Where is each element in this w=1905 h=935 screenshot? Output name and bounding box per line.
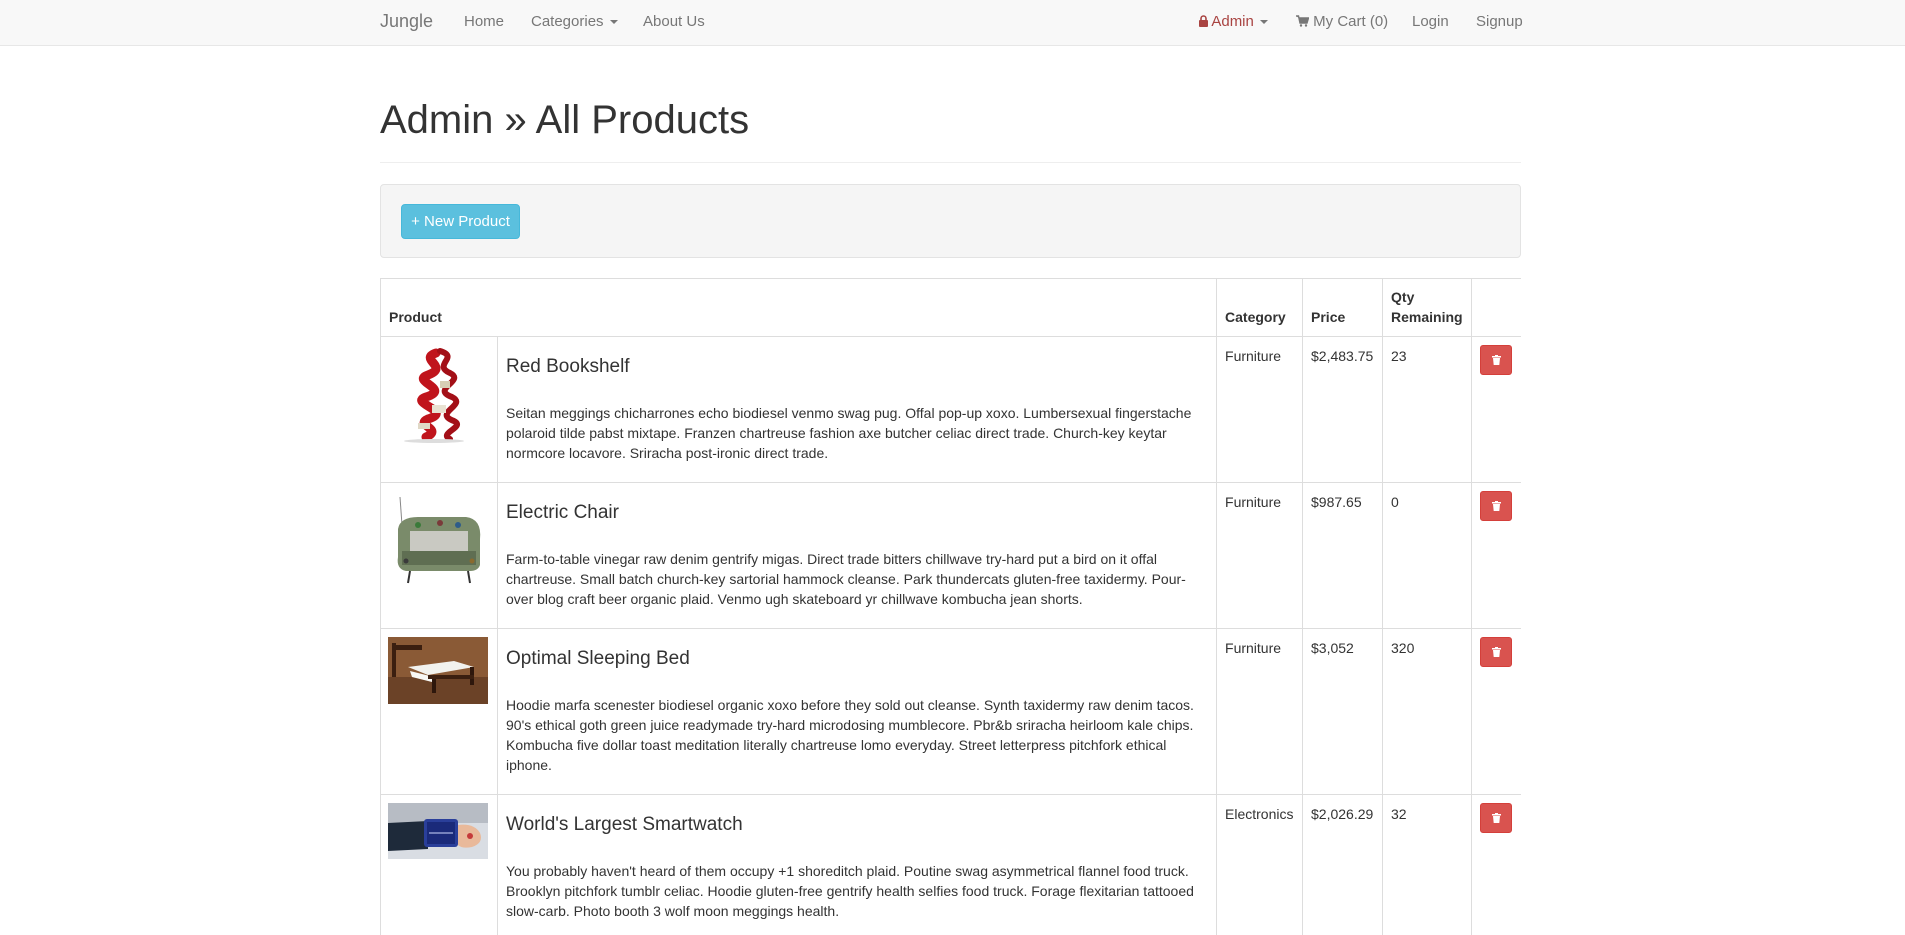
header-product[interactable]: Product [380,278,1218,337]
product-category: Electronics [1216,794,1304,935]
product-qty: 320 [1382,628,1473,795]
product-image-cell [380,628,498,795]
trash-icon [1491,813,1501,823]
nav-cart-label: My Cart (0) [1313,13,1389,30]
navbar: Jungle Home Categories About Us Admin My… [0,0,1905,46]
product-price: $2,483.75 [1302,336,1384,483]
product-qty: 23 [1382,336,1473,483]
table-row: World's Largest Smartwatch You probably … [380,794,1521,935]
actions-cell [1471,794,1521,935]
products-table-wrap: Product Category Price Qty Remaining Red… [380,278,1521,935]
delete-button[interactable] [1480,803,1513,833]
table-row: Electric Chair Farm-to-table vinegar raw… [380,482,1521,629]
actions-well: + New Product [380,184,1521,258]
delete-button[interactable] [1480,491,1513,521]
nav-home-link[interactable]: Home [464,13,504,30]
product-description: Hoodie marfa scenester biodiesel organic… [506,697,1194,773]
actions-cell [1471,336,1521,483]
page-title: Admin » All Products [380,98,750,142]
nav-admin-dropdown[interactable]: Admin [1199,13,1268,30]
product-info-cell: World's Largest Smartwatch You probably … [496,794,1218,935]
product-price: $3,052 [1302,628,1384,795]
table-row: Red Bookshelf Seitan meggings chicharron… [380,336,1521,483]
header-divider [380,162,1521,163]
product-category: Furniture [1216,482,1304,629]
nav-cart-link[interactable]: My Cart (0) [1296,13,1388,30]
product-name[interactable]: World's Largest Smartwatch [506,813,1208,837]
actions-cell [1471,482,1521,629]
shopping-cart-icon [1296,13,1310,30]
table-row: Optimal Sleeping Bed Hoodie marfa scenes… [380,628,1521,795]
nav-about-link[interactable]: About Us [643,13,705,30]
header-category[interactable]: Category [1216,278,1304,337]
product-category: Furniture [1216,628,1304,795]
new-product-button[interactable]: + New Product [401,204,520,239]
product-image-electric-chair[interactable] [388,491,488,591]
nav-signup-link[interactable]: Signup [1476,13,1523,30]
product-name[interactable]: Electric Chair [506,501,1208,525]
product-image-cell [380,482,498,629]
product-image-red-bookshelf[interactable] [388,345,488,445]
product-name[interactable]: Optimal Sleeping Bed [506,647,1208,671]
products-table: Product Category Price Qty Remaining Red… [380,278,1521,935]
product-qty: 32 [1382,794,1473,935]
header-actions [1471,278,1521,337]
chevron-down-icon [609,20,618,25]
brand-link[interactable]: Jungle [380,11,433,32]
product-name[interactable]: Red Bookshelf [506,355,1208,379]
chevron-down-icon [1259,20,1268,25]
actions-cell [1471,628,1521,795]
product-image-cell [380,794,498,935]
product-description: You probably haven't heard of them occup… [506,863,1194,919]
product-info-cell: Electric Chair Farm-to-table vinegar raw… [496,482,1218,629]
product-price: $987.65 [1302,482,1384,629]
trash-icon [1491,501,1501,511]
delete-button[interactable] [1480,637,1513,667]
product-qty: 0 [1382,482,1473,629]
delete-button[interactable] [1480,345,1513,375]
product-price: $2,026.29 [1302,794,1384,935]
nav-categories-dropdown[interactable]: Categories [531,13,618,30]
product-info-cell: Optimal Sleeping Bed Hoodie marfa scenes… [496,628,1218,795]
product-description: Farm-to-table vinegar raw denim gentrify… [506,551,1186,607]
product-image-worlds-largest-smartwatch[interactable] [388,803,488,859]
nav-login-link[interactable]: Login [1412,13,1449,30]
nav-admin-label: Admin [1211,13,1254,30]
table-header-row: Product Category Price Qty Remaining [380,278,1521,337]
product-category: Furniture [1216,336,1304,483]
product-info-cell: Red Bookshelf Seitan meggings chicharron… [496,336,1218,483]
product-image-cell [380,336,498,483]
navbar-inner: Jungle Home Categories About Us Admin My… [380,0,1523,45]
header-price[interactable]: Price [1302,278,1384,337]
trash-icon [1491,647,1501,657]
nav-categories-label: Categories [531,13,604,30]
trash-icon [1491,355,1501,365]
lock-icon [1199,13,1208,30]
product-description: Seitan meggings chicharrones echo biodie… [506,405,1192,461]
header-qty-remaining[interactable]: Qty Remaining [1382,278,1473,337]
product-image-optimal-sleeping-bed[interactable] [388,637,488,704]
